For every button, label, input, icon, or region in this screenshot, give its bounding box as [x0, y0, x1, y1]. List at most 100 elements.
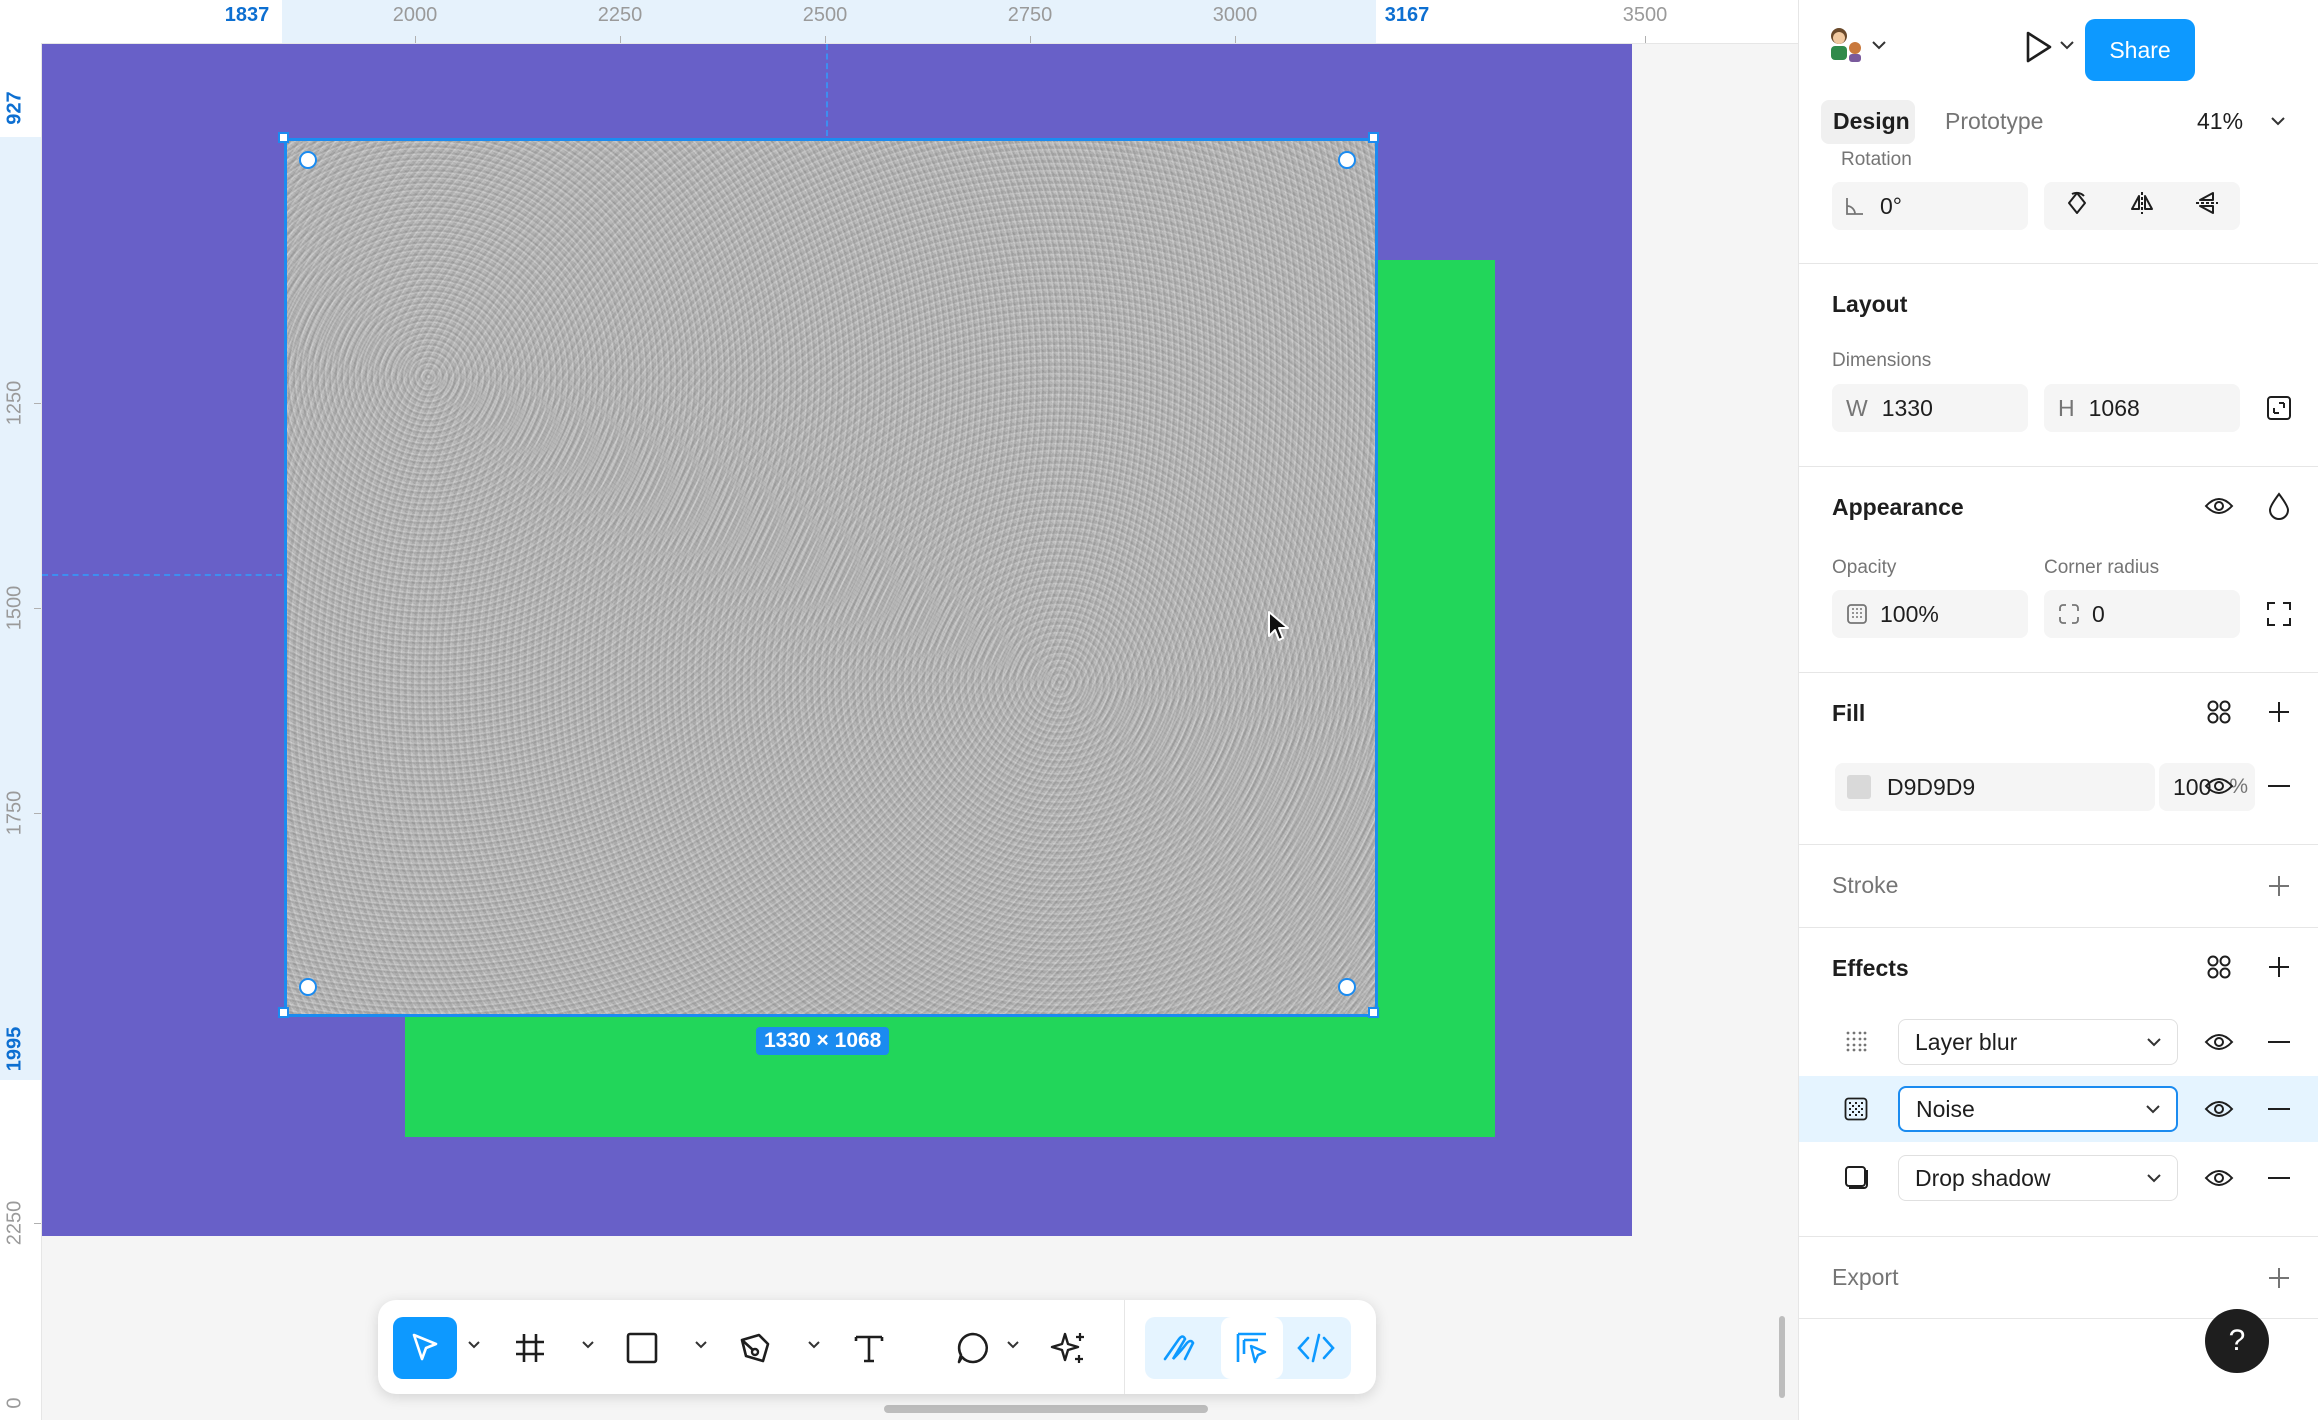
drop-shadow-settings-button[interactable]	[1843, 1164, 1869, 1190]
selected-noise-rectangle[interactable]	[284, 138, 1378, 1017]
vertical-scrollbar[interactable]	[1779, 1316, 1785, 1398]
fill-title: Fill	[1832, 700, 1866, 726]
section-divider	[1799, 263, 2318, 264]
flip-horizontal-button[interactable]	[2129, 190, 2155, 222]
opacity-field[interactable]: 100%	[1832, 590, 2028, 638]
chevron-down-icon[interactable]	[1006, 1338, 1020, 1352]
frame-tool-button[interactable]	[502, 1317, 558, 1379]
remove-effect-button[interactable]	[2263, 1026, 2295, 1058]
rotation-value: 0°	[1880, 192, 1902, 219]
section-divider	[1799, 927, 2318, 928]
blend-mode-button[interactable]	[2263, 490, 2295, 522]
chevron-down-icon[interactable]	[694, 1338, 708, 1352]
effect-styles-button[interactable]	[2203, 951, 2235, 983]
avatar[interactable]	[1825, 24, 1865, 64]
independent-corners-button[interactable]	[2265, 600, 2293, 628]
resize-handle-top-left[interactable]	[278, 132, 289, 143]
zoom-level[interactable]: 41%	[2197, 108, 2243, 135]
minus-icon	[2268, 785, 2290, 787]
effect-type-select[interactable]: Layer blur	[1898, 1019, 2178, 1065]
ruler-tick	[620, 36, 621, 43]
add-fill-button[interactable]	[2263, 696, 2295, 728]
ruler-label: 2250	[597, 4, 643, 26]
chevron-down-icon[interactable]	[2060, 40, 2074, 50]
design-mode-button[interactable]	[1221, 1317, 1283, 1379]
horizontal-scrollbar[interactable]	[884, 1405, 1208, 1413]
rotate-90-button[interactable]	[2064, 190, 2090, 222]
remove-effect-button[interactable]	[2263, 1093, 2295, 1125]
add-export-button[interactable]	[2263, 1262, 2295, 1294]
text-icon	[854, 1335, 884, 1363]
rectangle-tool-button[interactable]	[614, 1317, 670, 1379]
fill-swatch[interactable]	[1847, 775, 1871, 799]
present-button[interactable]	[2021, 28, 2055, 66]
effect-visibility-toggle[interactable]	[2203, 1026, 2235, 1058]
resize-handle-top-right[interactable]	[1368, 132, 1379, 143]
chevron-down-icon[interactable]	[807, 1338, 821, 1352]
share-button[interactable]: Share	[2085, 19, 2195, 81]
width-value: 1330	[1881, 394, 1933, 421]
ruler-tick	[34, 608, 41, 609]
corner-radius-field[interactable]: 0	[2044, 590, 2240, 638]
width-field[interactable]: W 1330	[1832, 384, 2028, 432]
resize-handle-bottom-right[interactable]	[1368, 1007, 1379, 1018]
effect-visibility-toggle[interactable]	[2203, 1162, 2235, 1194]
effect-type-label: Layer blur	[1915, 1028, 2018, 1055]
canvas[interactable]: 1330 × 1068	[42, 44, 1798, 1420]
effect-type-select[interactable]: Drop shadow	[1898, 1155, 2178, 1201]
section-divider	[1799, 844, 2318, 845]
rotation-field[interactable]: 0°	[1832, 182, 2028, 230]
noise-settings-button[interactable]	[1843, 1096, 1869, 1122]
remove-effect-button[interactable]	[2263, 1162, 2295, 1194]
minus-icon	[2268, 1041, 2290, 1043]
ai-tool-button[interactable]	[1041, 1317, 1097, 1379]
chevron-down-icon	[2146, 1104, 2160, 1113]
add-effect-button[interactable]	[2263, 951, 2295, 983]
effect-visibility-toggle[interactable]	[2203, 1093, 2235, 1125]
layer-blur-settings-button[interactable]	[1843, 1028, 1869, 1054]
selection-size-badge: 1330 × 1068	[756, 1027, 890, 1055]
fill-visibility-toggle[interactable]	[2203, 770, 2235, 802]
fill-color-field[interactable]: D9D9D9	[1835, 763, 2155, 811]
eye-icon	[2204, 778, 2234, 794]
ruler-tick	[1645, 36, 1646, 43]
droplet-icon	[2268, 492, 2290, 520]
resize-icon	[2267, 396, 2291, 420]
chevron-down-icon[interactable]	[467, 1338, 481, 1352]
resize-to-fit-button[interactable]	[2265, 394, 2293, 422]
help-button[interactable]: ?	[2205, 1309, 2269, 1373]
ruler-tick	[825, 36, 826, 43]
vertical-guide	[826, 44, 828, 136]
resize-handle-bottom-left[interactable]	[278, 1007, 289, 1018]
flip-vertical-button[interactable]	[2194, 190, 2220, 222]
tab-prototype[interactable]: Prototype	[1945, 108, 2043, 135]
move-tool-button[interactable]	[393, 1317, 457, 1379]
effect-type-select[interactable]: Noise	[1898, 1086, 2178, 1132]
effects-title: Effects	[1832, 955, 1909, 981]
chevron-down-icon[interactable]	[581, 1338, 595, 1352]
ruler-label: 1500	[3, 585, 26, 631]
draw-mode-button[interactable]	[1149, 1317, 1211, 1379]
corner-radius-handle[interactable]	[299, 151, 317, 169]
dev-mode-button[interactable]	[1285, 1317, 1347, 1379]
sparkle-icon	[1050, 1332, 1084, 1363]
pen-tool-button[interactable]	[727, 1317, 783, 1379]
comment-tool-button[interactable]	[945, 1317, 1001, 1379]
fill-styles-button[interactable]	[2203, 696, 2235, 728]
ruler-tick	[34, 813, 41, 814]
add-stroke-button[interactable]	[2263, 870, 2295, 902]
height-field[interactable]: H 1068	[2044, 384, 2240, 432]
tab-design[interactable]: Design	[1833, 108, 1910, 135]
corner-radius-handle[interactable]	[1338, 978, 1356, 996]
chevron-down-icon	[2147, 1173, 2161, 1182]
chevron-down-icon[interactable]	[1872, 40, 1886, 50]
corner-radius-handle[interactable]	[299, 978, 317, 996]
chevron-down-icon[interactable]	[2271, 116, 2285, 126]
chevron-down-icon	[2147, 1037, 2161, 1046]
corner-radius-handle[interactable]	[1338, 151, 1356, 169]
visibility-toggle[interactable]	[2203, 490, 2235, 522]
text-tool-button[interactable]	[841, 1317, 897, 1379]
flip-vertical-icon	[2196, 192, 2219, 214]
section-divider	[1799, 466, 2318, 467]
remove-fill-button[interactable]	[2263, 770, 2295, 802]
